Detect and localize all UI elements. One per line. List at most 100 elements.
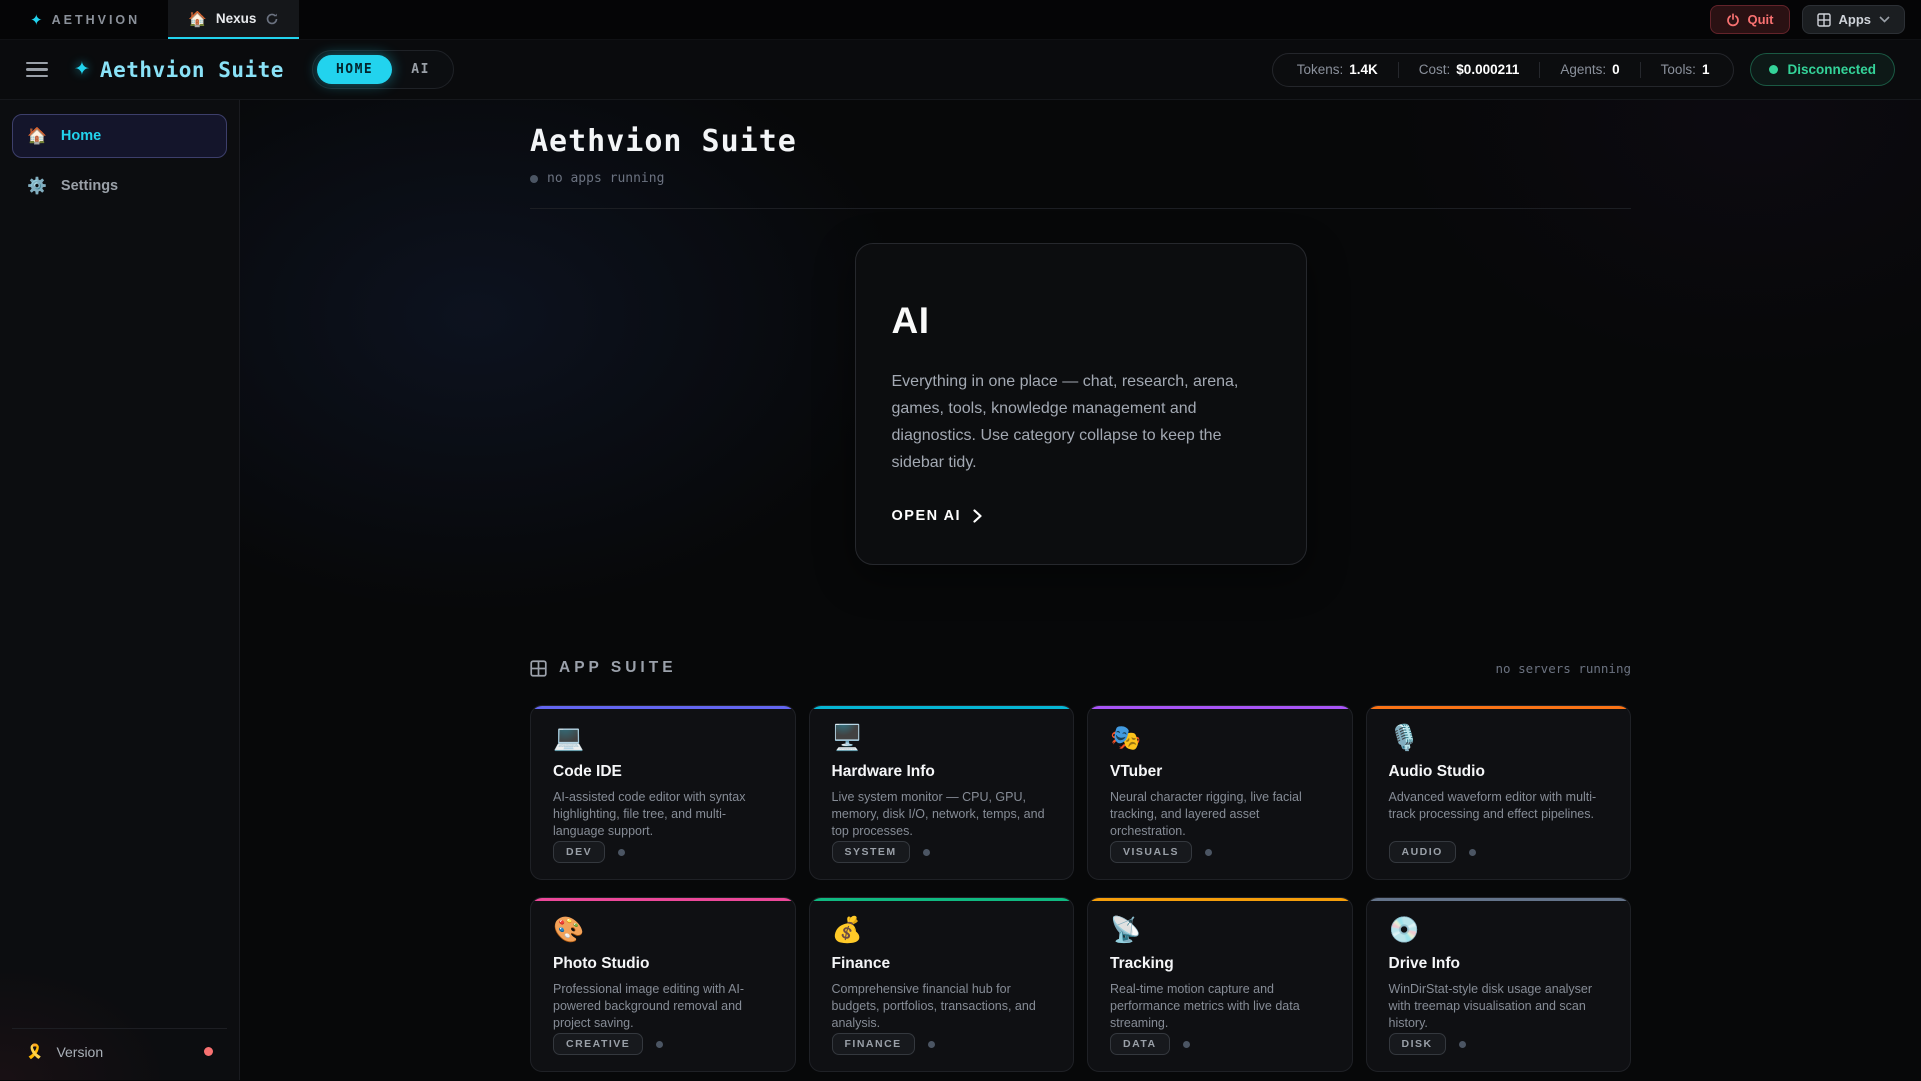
palette-icon: 🎨 — [553, 918, 773, 943]
window-tab-nexus[interactable]: 🏠 Nexus — [168, 0, 299, 39]
desktop-computer-icon: 🖥️ — [832, 726, 1052, 751]
ribbon-icon: 🎗️ — [26, 1043, 43, 1060]
hamburger-menu-icon[interactable] — [26, 62, 48, 78]
app-card-code-ide[interactable]: 💻 Code IDE AI-assisted code editor with … — [530, 705, 796, 880]
app-status-dot — [656, 1041, 663, 1048]
app-card-description: Advanced waveform editor with multi-trac… — [1389, 789, 1609, 823]
card-accent-bar — [531, 706, 795, 709]
servers-running-status: no servers running — [1496, 661, 1631, 676]
app-header: ✦ Aethvion Suite HOME AI Tokens: 1.4K Co… — [0, 40, 1921, 100]
card-accent-bar — [810, 706, 1074, 709]
card-accent-bar — [810, 898, 1074, 901]
title-spark-icon: ✦ — [74, 58, 90, 81]
page-title: Aethvion Suite — [530, 124, 1631, 159]
app-card-drive-info[interactable]: 💿 Drive Info WinDirStat-style disk usage… — [1366, 897, 1632, 1072]
app-status-dot — [923, 849, 930, 856]
apps-running-status: no apps running — [530, 171, 1631, 186]
app-status-dot — [1469, 849, 1476, 856]
chevron-right-icon — [973, 509, 982, 523]
sidebar-footer-version[interactable]: 🎗️ Version — [12, 1028, 227, 1068]
tab-home[interactable]: HOME — [317, 55, 392, 84]
app-card-hardware-info[interactable]: 🖥️ Hardware Info Live system monitor — C… — [809, 705, 1075, 880]
card-accent-bar — [1088, 898, 1352, 901]
app-tag-badge: DATA — [1110, 1033, 1170, 1055]
card-accent-bar — [1367, 898, 1631, 901]
tab-ai[interactable]: AI — [392, 55, 449, 84]
ai-hero-card[interactable]: AI Everything in one place — chat, resea… — [855, 243, 1307, 565]
app-card-title: VTuber — [1110, 763, 1330, 781]
app-title: ✦ Aethvion Suite — [74, 58, 284, 82]
open-ai-button[interactable]: OPEN AI — [892, 508, 1270, 524]
app-status-dot — [1183, 1041, 1190, 1048]
app-card-description: Real-time motion capture and performance… — [1110, 981, 1330, 1032]
optical-disc-icon: 💿 — [1389, 918, 1609, 943]
main-content: Aethvion Suite no apps running AI Everyt… — [240, 100, 1921, 1080]
refresh-icon[interactable] — [265, 12, 279, 26]
sidebar: 🏠 Home ⚙️ Settings 🎗️ Version — [0, 100, 240, 1080]
app-card-description: WinDirStat-style disk usage analyser wit… — [1389, 981, 1609, 1032]
app-card-title: Code IDE — [553, 763, 773, 781]
app-grid: 💻 Code IDE AI-assisted code editor with … — [530, 705, 1631, 1072]
satellite-antenna-icon: 📡 — [1110, 918, 1330, 943]
status-dot-icon — [530, 175, 538, 183]
status-dot-icon — [1769, 65, 1778, 74]
stat-cost: Cost: $0.000211 — [1419, 62, 1520, 77]
card-accent-bar — [1088, 706, 1352, 709]
app-card-description: Professional image editing with AI-power… — [553, 981, 773, 1032]
theater-masks-icon: 🎭 — [1110, 726, 1330, 751]
app-status-dot — [1205, 849, 1212, 856]
card-accent-bar — [531, 898, 795, 901]
app-card-vtuber[interactable]: 🎭 VTuber Neural character rigging, live … — [1087, 705, 1353, 880]
app-card-finance[interactable]: 💰 Finance Comprehensive financial hub fo… — [809, 897, 1075, 1072]
money-bag-icon: 💰 — [832, 918, 1052, 943]
stat-tokens: Tokens: 1.4K — [1297, 62, 1378, 77]
app-status-dot — [928, 1041, 935, 1048]
apps-menu-button[interactable]: Apps — [1802, 5, 1906, 34]
ai-card-description: Everything in one place — chat, research… — [892, 368, 1270, 476]
app-card-description: Neural character rigging, live facial tr… — [1110, 789, 1330, 840]
app-card-title: Drive Info — [1389, 955, 1609, 973]
app-status-dot — [1459, 1041, 1466, 1048]
card-accent-bar — [1367, 706, 1631, 709]
app-card-description: Live system monitor — CPU, GPU, memory, … — [832, 789, 1052, 840]
app-card-title: Photo Studio — [553, 955, 773, 973]
gear-icon: ⚙️ — [27, 176, 47, 196]
app-card-title: Finance — [832, 955, 1052, 973]
apps-label: Apps — [1839, 12, 1872, 27]
version-label: Version — [56, 1044, 103, 1060]
brand: ✦ AETHVION — [0, 0, 168, 39]
stat-agents: Agents: 0 — [1560, 62, 1619, 77]
app-tag-badge: VISUALS — [1110, 841, 1192, 863]
studio-microphone-icon: 🎙️ — [1389, 726, 1609, 751]
app-card-photo-studio[interactable]: 🎨 Photo Studio Professional image editin… — [530, 897, 796, 1072]
sidebar-item-label: Home — [61, 128, 101, 144]
brand-name: AETHVION — [52, 13, 141, 27]
view-switcher: HOME AI — [312, 50, 454, 89]
stat-tools: Tools: 1 — [1661, 62, 1710, 77]
quit-button[interactable]: Quit — [1710, 5, 1790, 34]
power-icon — [1726, 13, 1740, 27]
app-card-title: Tracking — [1110, 955, 1330, 973]
app-tag-badge: SYSTEM — [832, 841, 910, 863]
connection-status-badge: Disconnected — [1750, 53, 1895, 86]
chevron-down-icon — [1879, 16, 1890, 23]
app-card-tracking[interactable]: 📡 Tracking Real-time motion capture and … — [1087, 897, 1353, 1072]
app-tag-badge: DEV — [553, 841, 605, 863]
quit-label: Quit — [1748, 12, 1774, 27]
home-emoji-icon: 🏠 — [27, 126, 47, 146]
window-tab-label: Nexus — [216, 11, 257, 26]
brand-spark-icon: ✦ — [30, 11, 43, 29]
sidebar-item-home[interactable]: 🏠 Home — [12, 114, 227, 158]
app-card-description: AI-assisted code editor with syntax high… — [553, 789, 773, 840]
sidebar-item-settings[interactable]: ⚙️ Settings — [12, 164, 227, 208]
app-tag-badge: FINANCE — [832, 1033, 915, 1055]
app-suite-heading: APP SUITE — [530, 659, 677, 677]
app-tag-badge: CREATIVE — [553, 1033, 643, 1055]
app-card-title: Hardware Info — [832, 763, 1052, 781]
window-top-bar: ✦ AETHVION 🏠 Nexus Quit Apps — [0, 0, 1921, 40]
usage-stats: Tokens: 1.4K Cost: $0.000211 Agents: 0 T… — [1272, 53, 1735, 87]
app-tag-badge: DISK — [1389, 1033, 1446, 1055]
app-title-text: Aethvion Suite — [100, 58, 284, 82]
update-indicator-dot — [204, 1047, 213, 1056]
app-card-audio-studio[interactable]: 🎙️ Audio Studio Advanced waveform editor… — [1366, 705, 1632, 880]
